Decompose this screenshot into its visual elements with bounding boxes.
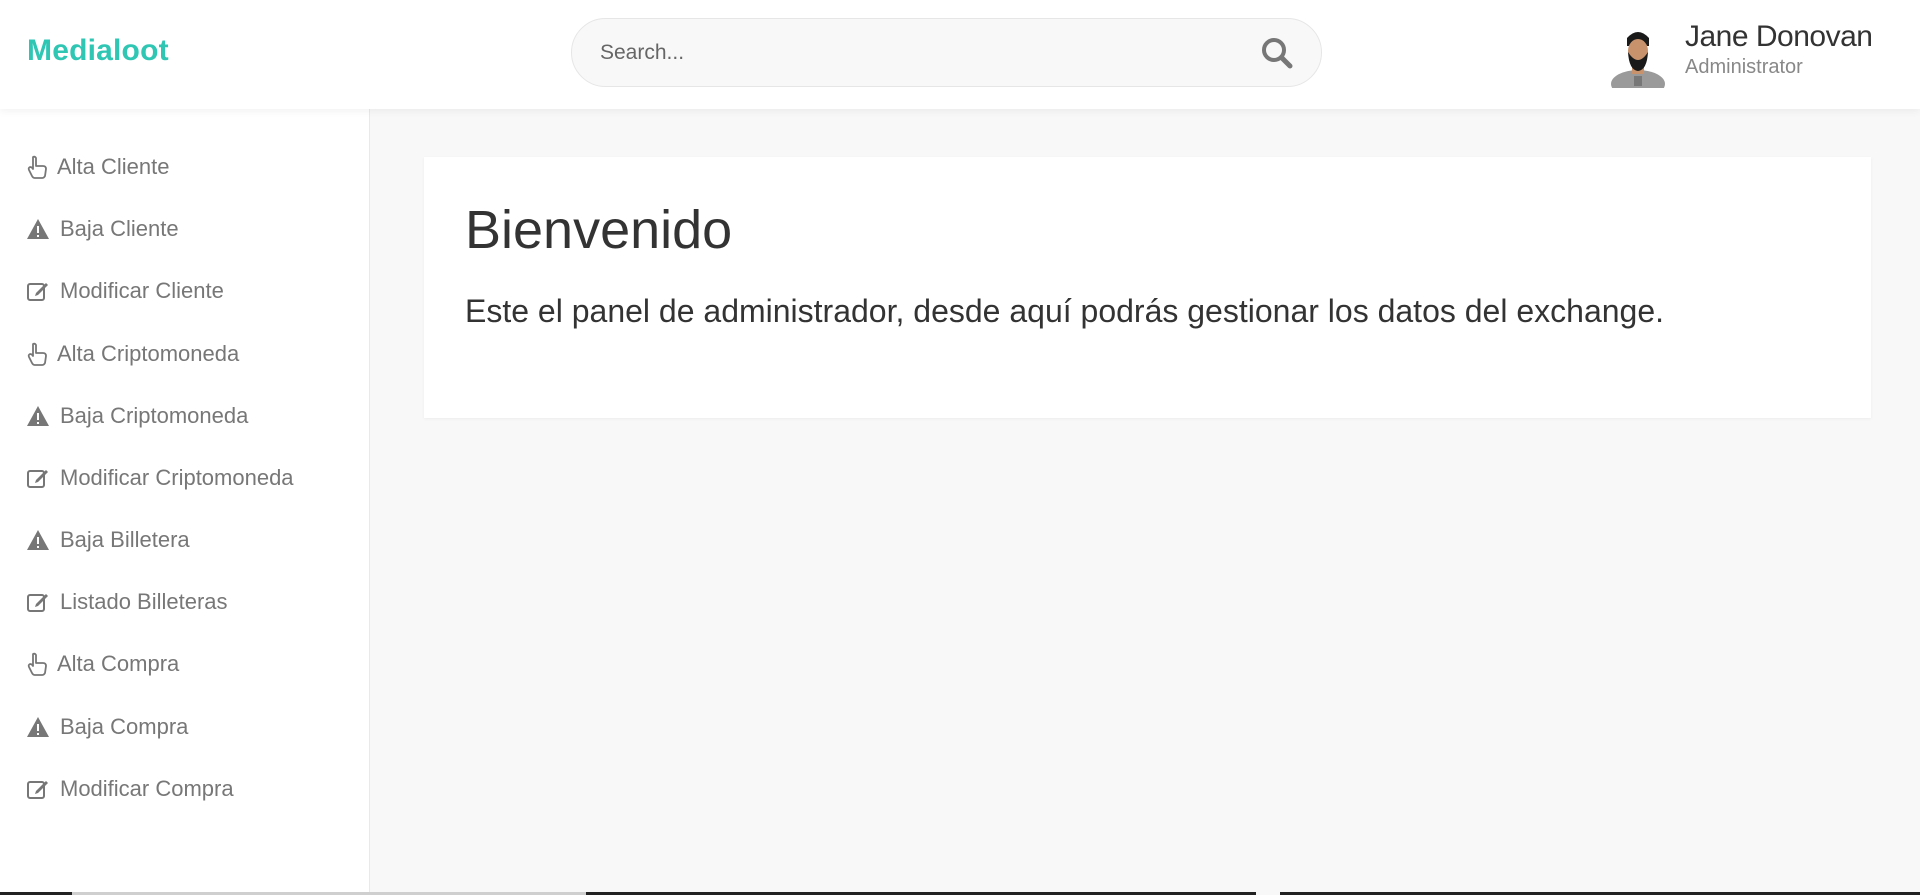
sidebar-item-modificar-criptomoneda[interactable]: Modificar Criptomoneda [26, 460, 294, 496]
sidebar-item-modificar-compra[interactable]: Modificar Compra [26, 771, 234, 807]
sidebar-item-label: Modificar Criptomoneda [60, 465, 294, 490]
sidebar-item-listado-billeteras[interactable]: Listado Billeteras [26, 584, 228, 620]
user-role: Administrator [1685, 56, 1803, 78]
sidebar-item-label: Modificar Cliente [60, 278, 224, 303]
user-name: Jane Donovan [1685, 20, 1873, 53]
brand-logo[interactable]: Medialoot [27, 34, 169, 68]
sidebar-item-baja-billetera[interactable]: Baja Billetera [26, 522, 190, 558]
search-bar [571, 18, 1322, 87]
sidebar-item-label: Alta Compra [57, 651, 180, 676]
sidebar-item-alta-criptomoneda[interactable]: Alta Criptomoneda [26, 336, 239, 372]
sidebar-item-label: Baja Cliente [60, 216, 179, 241]
edit-icon [26, 777, 50, 801]
search-icon[interactable] [1259, 35, 1295, 71]
sidebar-item-baja-criptomoneda[interactable]: Baja Criptomoneda [26, 398, 248, 434]
main-content: Bienvenido Este el panel de administrado… [370, 109, 1920, 895]
sidebar: Alta Cliente Baja Cliente Modificar Clie… [0, 109, 370, 895]
welcome-description: Este el panel de administrador, desde aq… [465, 293, 1665, 329]
hand-pointer-icon [26, 342, 48, 366]
warning-icon [26, 404, 50, 428]
sidebar-item-alta-compra[interactable]: Alta Compra [26, 646, 179, 682]
sidebar-item-label: Baja Criptomoneda [60, 403, 249, 428]
top-bar: Medialoot Jane Donovan Administrator [0, 0, 1920, 109]
edit-icon [26, 279, 50, 303]
warning-icon [26, 528, 50, 552]
hand-pointer-icon [26, 155, 48, 179]
warning-icon [26, 715, 50, 739]
sidebar-item-label: Baja Compra [60, 714, 189, 739]
sidebar-item-alta-cliente[interactable]: Alta Cliente [26, 149, 170, 185]
search-input[interactable] [598, 19, 1238, 86]
sidebar-item-label: Modificar Compra [60, 776, 234, 801]
avatar[interactable] [1607, 24, 1669, 98]
sidebar-item-label: Listado Billeteras [60, 589, 228, 614]
sidebar-item-baja-cliente[interactable]: Baja Cliente [26, 211, 179, 247]
sidebar-item-baja-compra[interactable]: Baja Compra [26, 709, 188, 745]
sidebar-item-label: Baja Billetera [60, 527, 190, 552]
edit-icon [26, 590, 50, 614]
sidebar-item-label: Alta Criptomoneda [57, 341, 240, 366]
hand-pointer-icon [26, 652, 48, 676]
sidebar-item-modificar-cliente[interactable]: Modificar Cliente [26, 273, 224, 309]
welcome-panel: Bienvenido Este el panel de administrado… [424, 157, 1871, 418]
user-profile[interactable]: Jane Donovan Administrator [1607, 18, 1907, 98]
sidebar-item-label: Alta Cliente [57, 154, 170, 179]
edit-icon [26, 466, 50, 490]
page-title: Bienvenido [465, 200, 733, 260]
warning-icon [26, 217, 50, 241]
